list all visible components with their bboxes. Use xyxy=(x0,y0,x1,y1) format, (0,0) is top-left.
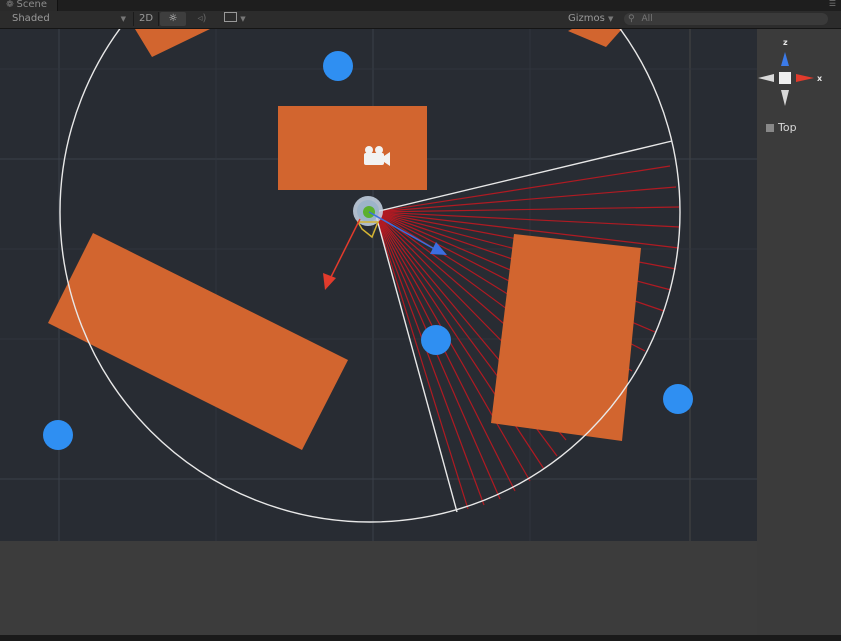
hierarchy-search-input[interactable]: ⚲ All xyxy=(624,13,828,25)
search-placeholder: All xyxy=(641,14,653,24)
gizmo-z-label: z xyxy=(783,38,788,47)
search-icon: ⚲ xyxy=(628,14,635,24)
scene-canvas[interactable] xyxy=(0,29,841,635)
gizmos-dropdown[interactable]: Gizmos ▼ xyxy=(568,12,618,26)
tab-scene-label: Scene xyxy=(16,0,48,10)
x-axis-cone[interactable] xyxy=(796,74,814,82)
chevron-down-icon: ▼ xyxy=(120,15,126,23)
effects-toggle-button[interactable]: ▼ xyxy=(218,12,250,26)
target-sphere[interactable] xyxy=(663,384,693,414)
scene-viewport[interactable] xyxy=(0,29,841,635)
2d-toggle-label: 2D xyxy=(138,13,154,24)
lighting-toggle-button[interactable]: ☼ xyxy=(160,12,186,26)
orientation-gizmo[interactable]: z x xyxy=(756,34,828,109)
gizmo-x-label: x xyxy=(817,74,823,83)
window-bottom-edge xyxy=(0,635,841,641)
speaker-icon: ◃) xyxy=(197,13,207,24)
chevron-down-icon: ▼ xyxy=(608,15,614,23)
neg-z-axis-cone[interactable] xyxy=(781,90,789,106)
chevron-down-icon: ▼ xyxy=(240,15,246,23)
obstacle-center[interactable] xyxy=(278,106,427,190)
image-icon xyxy=(224,12,237,22)
tab-bar: ❁ Scene ☰ xyxy=(0,0,841,11)
gizmos-label: Gizmos xyxy=(568,13,605,24)
target-sphere[interactable] xyxy=(421,325,451,355)
target-sphere[interactable] xyxy=(323,51,353,81)
obstacle-right-rotated[interactable] xyxy=(491,234,641,441)
view-mode-icon xyxy=(766,124,774,132)
z-axis-cone[interactable] xyxy=(781,52,789,66)
tab-scene[interactable]: ❁ Scene xyxy=(0,0,59,11)
neg-x-axis-cone[interactable] xyxy=(758,74,774,82)
sun-icon: ☼ xyxy=(168,13,178,24)
draw-mode-dropdown[interactable]: Shaded ▼ xyxy=(12,12,128,26)
panel-menu-icon[interactable]: ☰ xyxy=(829,0,836,8)
audio-toggle-button[interactable]: ◃) xyxy=(190,12,214,26)
orientation-gizmo-graphic[interactable] xyxy=(756,34,828,109)
2d-toggle-button[interactable]: 2D xyxy=(133,12,159,26)
scene-toolbar: Shaded ▼ 2D ☼ ◃) ▼ Gizmos ▼ ⚲ All xyxy=(0,11,841,29)
draw-mode-label: Shaded xyxy=(12,13,50,24)
gizmo-center-cube[interactable] xyxy=(779,72,791,84)
view-mode-toggle[interactable]: Top xyxy=(766,121,797,134)
scene-icon: ❁ xyxy=(6,0,14,10)
view-mode-label: Top xyxy=(778,121,797,134)
target-sphere[interactable] xyxy=(43,420,73,450)
scene-empty-area xyxy=(0,541,757,635)
